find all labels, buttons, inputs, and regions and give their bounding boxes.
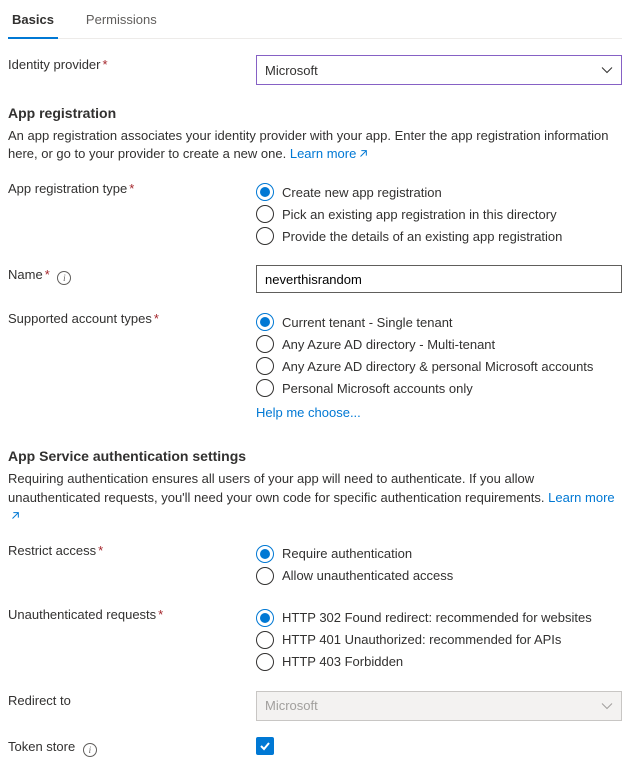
radio-require-authentication[interactable]: Require authentication [256, 545, 622, 563]
radio-icon [256, 653, 274, 671]
identity-provider-value: Microsoft [265, 63, 318, 78]
radio-any-azure-ad-multi[interactable]: Any Azure AD directory - Multi-tenant [256, 335, 622, 353]
required-indicator: * [98, 543, 103, 558]
help-me-choose-link[interactable]: Help me choose... [256, 405, 622, 420]
radio-http-401[interactable]: HTTP 401 Unauthorized: recommended for A… [256, 631, 622, 649]
radio-create-new-app-registration[interactable]: Create new app registration [256, 183, 622, 201]
identity-provider-label: Identity provider [8, 57, 101, 72]
radio-any-azure-ad-personal[interactable]: Any Azure AD directory & personal Micros… [256, 357, 622, 375]
name-input[interactable] [256, 265, 622, 293]
radio-icon [256, 313, 274, 331]
learn-more-link[interactable]: Learn more [290, 146, 368, 161]
radio-current-tenant[interactable]: Current tenant - Single tenant [256, 313, 622, 331]
radio-provide-details-app-registration[interactable]: Provide the details of an existing app r… [256, 227, 622, 245]
supported-account-types-label: Supported account types [8, 311, 152, 326]
identity-provider-dropdown[interactable]: Microsoft [256, 55, 622, 85]
radio-http-403[interactable]: HTTP 403 Forbidden [256, 653, 622, 671]
external-link-icon [358, 149, 368, 159]
app-registration-type-label: App registration type [8, 181, 127, 196]
radio-icon [256, 609, 274, 627]
redirect-to-dropdown: Microsoft [256, 691, 622, 721]
radio-http-302[interactable]: HTTP 302 Found redirect: recommended for… [256, 609, 622, 627]
redirect-to-value: Microsoft [265, 698, 318, 713]
info-icon[interactable]: i [57, 271, 71, 285]
required-indicator: * [129, 181, 134, 196]
token-store-label: Token store [8, 739, 75, 754]
required-indicator: * [103, 57, 108, 72]
tab-permissions[interactable]: Permissions [82, 6, 161, 38]
unauthenticated-requests-label: Unauthenticated requests [8, 607, 156, 622]
redirect-to-label: Redirect to [8, 693, 71, 708]
radio-icon [256, 357, 274, 375]
auth-settings-description: Requiring authentication ensures all use… [8, 470, 622, 525]
radio-icon [256, 567, 274, 585]
radio-icon [256, 335, 274, 353]
radio-icon [256, 227, 274, 245]
name-label: Name [8, 267, 43, 282]
radio-icon [256, 379, 274, 397]
app-registration-description: An app registration associates your iden… [8, 127, 622, 163]
radio-personal-ms-only[interactable]: Personal Microsoft accounts only [256, 379, 622, 397]
auth-settings-heading: App Service authentication settings [8, 448, 622, 464]
check-icon [258, 739, 272, 753]
restrict-access-label: Restrict access [8, 543, 96, 558]
info-icon[interactable]: i [83, 743, 97, 757]
token-store-checkbox[interactable] [256, 737, 274, 755]
required-indicator: * [154, 311, 159, 326]
radio-icon [256, 205, 274, 223]
required-indicator: * [158, 607, 163, 622]
external-link-icon [10, 511, 20, 521]
radio-icon [256, 545, 274, 563]
radio-allow-unauthenticated[interactable]: Allow unauthenticated access [256, 567, 622, 585]
radio-pick-existing-app-registration[interactable]: Pick an existing app registration in thi… [256, 205, 622, 223]
tabs: Basics Permissions [8, 6, 622, 39]
radio-icon [256, 631, 274, 649]
radio-icon [256, 183, 274, 201]
chevron-down-icon [601, 700, 613, 712]
required-indicator: * [45, 267, 50, 282]
app-registration-heading: App registration [8, 105, 622, 121]
chevron-down-icon [601, 64, 613, 76]
tab-basics[interactable]: Basics [8, 6, 58, 39]
